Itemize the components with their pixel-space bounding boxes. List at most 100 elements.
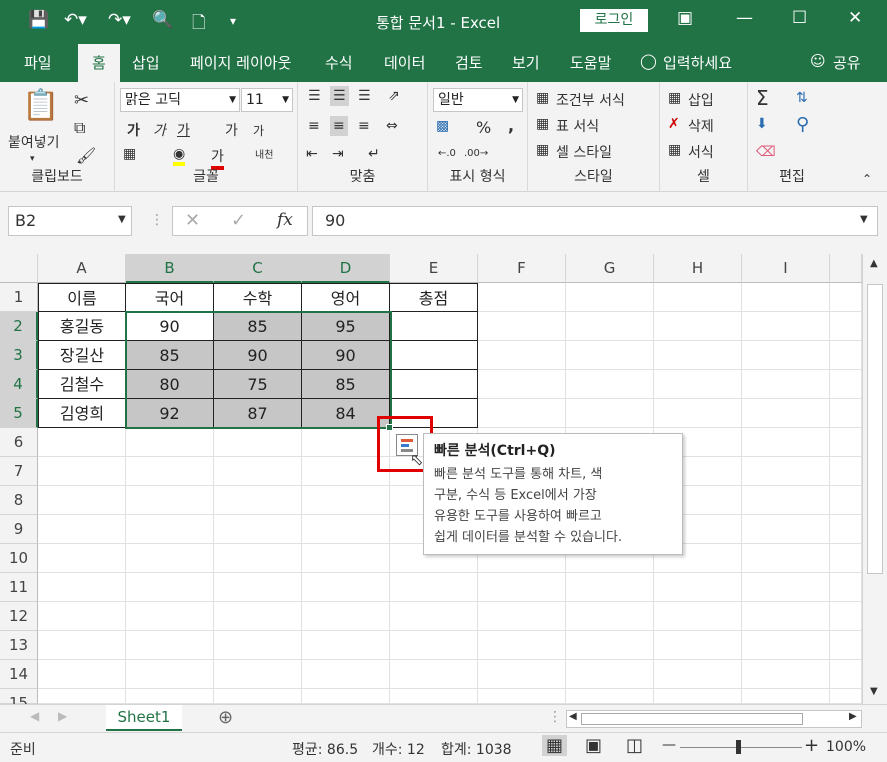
cell[interactable]	[566, 631, 654, 660]
cell[interactable]	[38, 544, 126, 573]
table-header-cell[interactable]: 이름	[38, 283, 126, 312]
cell[interactable]	[742, 370, 830, 399]
cell[interactable]	[126, 689, 214, 704]
cell[interactable]	[126, 631, 214, 660]
tab-formulas[interactable]: 수식	[325, 52, 353, 73]
table-header-cell[interactable]: 수학	[214, 283, 302, 312]
name-box-dropdown-icon[interactable]: ▼	[118, 214, 126, 225]
cell[interactable]	[478, 602, 566, 631]
save-icon[interactable]: 💾	[28, 10, 49, 30]
font-size-select[interactable]: 11 ▼	[241, 88, 293, 112]
zoom-level[interactable]: 100%	[826, 739, 866, 755]
cell[interactable]	[38, 660, 126, 689]
cell[interactable]	[38, 602, 126, 631]
cell[interactable]	[566, 689, 654, 704]
h-scroll-thumb[interactable]	[581, 713, 803, 725]
align-left-icon[interactable]: ≡	[308, 118, 320, 134]
cell[interactable]	[302, 515, 390, 544]
cell[interactable]	[478, 399, 566, 428]
name-box[interactable]: B2	[8, 206, 132, 236]
minimize-icon[interactable]: —	[736, 8, 753, 28]
increase-decimal-icon[interactable]: ←.0	[438, 148, 456, 159]
align-middle-icon[interactable]: ☰	[330, 86, 349, 106]
sheet-tab[interactable]: Sheet1	[106, 705, 182, 731]
cell[interactable]	[830, 341, 862, 370]
cell[interactable]	[478, 689, 566, 704]
cell[interactable]	[214, 631, 302, 660]
cell[interactable]	[214, 660, 302, 689]
cell[interactable]	[38, 631, 126, 660]
decrease-indent-icon[interactable]: ⇤	[306, 146, 318, 162]
cell[interactable]	[38, 457, 126, 486]
cell[interactable]	[214, 486, 302, 515]
cell[interactable]	[390, 689, 478, 704]
insert-cells-button[interactable]: 삽입	[688, 90, 714, 110]
tab-home[interactable]: 홈	[78, 44, 120, 82]
cell[interactable]	[390, 602, 478, 631]
maximize-icon[interactable]: ☐	[792, 8, 807, 28]
cell[interactable]	[830, 457, 862, 486]
row-header[interactable]: 8	[0, 486, 38, 515]
cell[interactable]	[302, 573, 390, 602]
borders-icon[interactable]: ▦	[123, 146, 136, 162]
ribbon-display-icon[interactable]: ▣	[677, 8, 693, 28]
cell[interactable]	[302, 689, 390, 704]
cell[interactable]	[38, 573, 126, 602]
row-header[interactable]: 4	[0, 370, 38, 399]
decrease-decimal-icon[interactable]: .00→	[464, 148, 488, 159]
cell[interactable]	[566, 573, 654, 602]
autosum-icon[interactable]: Σ	[756, 86, 769, 110]
tab-review[interactable]: 검토	[455, 52, 483, 73]
cell[interactable]	[654, 370, 742, 399]
cell[interactable]	[478, 631, 566, 660]
cell[interactable]	[478, 660, 566, 689]
cell[interactable]	[126, 573, 214, 602]
column-header[interactable]: G	[566, 254, 654, 283]
cell[interactable]	[214, 573, 302, 602]
row-header[interactable]: 3	[0, 341, 38, 370]
cell[interactable]	[654, 631, 742, 660]
row-header[interactable]: 13	[0, 631, 38, 660]
cell[interactable]	[654, 660, 742, 689]
row-header[interactable]: 5	[0, 399, 38, 428]
cell[interactable]	[742, 428, 830, 457]
shrink-font-button[interactable]: 가	[253, 122, 264, 139]
cell[interactable]	[478, 283, 566, 312]
zoom-out-icon[interactable]: —	[662, 737, 676, 753]
cell[interactable]	[126, 486, 214, 515]
cell[interactable]	[214, 515, 302, 544]
cell[interactable]	[654, 399, 742, 428]
cell[interactable]	[214, 428, 302, 457]
cell[interactable]	[830, 602, 862, 631]
cell[interactable]	[742, 283, 830, 312]
merge-center-icon[interactable]: ⇔	[386, 118, 398, 134]
tab-page-layout[interactable]: 페이지 레이아웃	[190, 52, 291, 73]
cell[interactable]	[390, 660, 478, 689]
format-painter-icon[interactable]: 🖌	[76, 146, 96, 165]
undo-icon[interactable]: ↶▾	[64, 10, 87, 30]
cell[interactable]	[742, 457, 830, 486]
table-cell[interactable]	[390, 370, 478, 399]
new-file-icon[interactable]: 🗋	[192, 10, 206, 39]
prev-sheet-icon[interactable]: ◀	[30, 709, 39, 723]
cell[interactable]	[478, 341, 566, 370]
row-header[interactable]: 11	[0, 573, 38, 602]
conditional-format-button[interactable]: 조건부 서식	[556, 90, 625, 110]
increase-indent-icon[interactable]: ⇥	[332, 146, 344, 162]
cell[interactable]	[830, 515, 862, 544]
cell[interactable]	[38, 486, 126, 515]
align-right-icon[interactable]: ≡	[358, 118, 370, 134]
cell[interactable]	[742, 660, 830, 689]
row-header[interactable]: 9	[0, 515, 38, 544]
row-header[interactable]: 6	[0, 428, 38, 457]
enter-icon[interactable]: ✓	[231, 210, 246, 231]
cancel-icon[interactable]: ✕	[185, 210, 200, 231]
table-format-icon[interactable]: ▦	[536, 116, 549, 132]
cell[interactable]	[214, 544, 302, 573]
table-header-cell[interactable]: 총점	[390, 283, 478, 312]
find-select-icon[interactable]: ⚲	[796, 114, 809, 135]
tab-help[interactable]: 도움말	[570, 52, 611, 73]
delete-cells-button[interactable]: 삭제	[688, 116, 714, 136]
cell[interactable]	[126, 544, 214, 573]
cell[interactable]	[742, 631, 830, 660]
